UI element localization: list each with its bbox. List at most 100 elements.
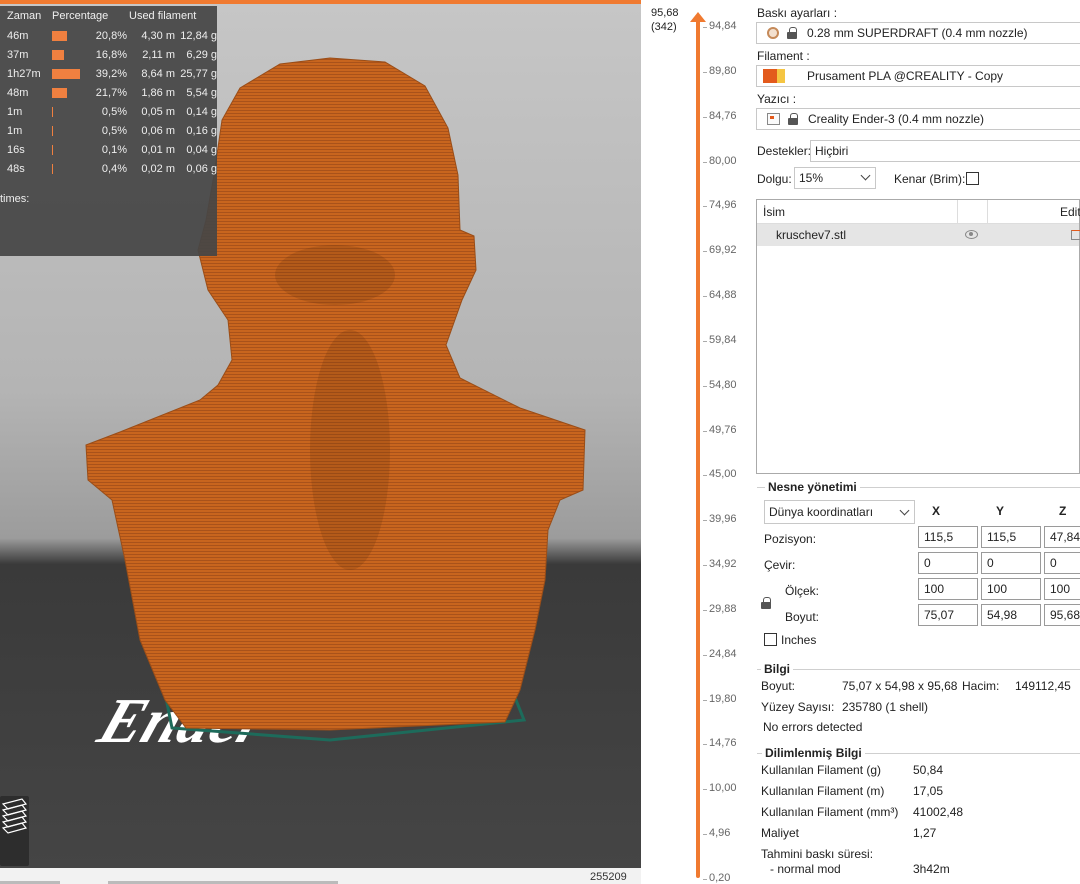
stats-meters: 4,30 m — [141, 29, 175, 42]
filament-value: Prusament PLA @CREALITY - Copy — [807, 69, 1004, 83]
printer-combo[interactable]: Creality Ender-3 (0.4 mm nozzle) — [756, 108, 1080, 130]
scale-z-field[interactable]: 100 — [1044, 578, 1080, 600]
stats-bar-cell — [52, 125, 90, 136]
slider-tick-mark — [703, 385, 707, 387]
filament-color-swatch-2 — [777, 69, 785, 83]
stats-time: 1m — [7, 105, 23, 118]
stats-bar — [52, 68, 80, 79]
column-divider — [957, 200, 958, 224]
object-name: kruschev7.stl — [776, 228, 847, 242]
slider-tick-label: 4,96 — [709, 827, 731, 840]
filament-g-label: Kullanılan Filament (g) — [761, 763, 882, 777]
stats-time: 1m — [7, 124, 23, 137]
stats-header-used-filament: Used filament — [129, 10, 197, 22]
slider-top-height: 95,68 — [651, 7, 679, 19]
supports-combo[interactable]: Hiçbiri — [810, 140, 1080, 162]
rotation-x-field[interactable]: 0 — [918, 552, 978, 574]
slider-tick-mark — [703, 296, 707, 298]
normal-mode-label: - normal mod — [770, 862, 841, 876]
scale-y-field[interactable]: 100 — [981, 578, 1041, 600]
coord-system-combo[interactable]: Dünya koordinatları — [764, 500, 915, 524]
slider-tick-mark — [703, 475, 707, 477]
lock-icon — [787, 27, 797, 39]
cost-label: Maliyet — [761, 826, 800, 840]
column-edit-header[interactable]: Editi — [1060, 205, 1080, 219]
slider-tick-label: 10,00 — [709, 782, 737, 795]
stats-percentage: 0,5% — [101, 105, 127, 118]
3d-viewport[interactable]: Ender Zaman Percentage Used filament 46m… — [0, 0, 641, 868]
rotation-y-field[interactable]: 0 — [981, 552, 1041, 574]
brim-checkbox[interactable] — [966, 172, 979, 185]
object-list-header: İsim Editi — [757, 200, 1080, 224]
stats-header-percentage: Percentage — [52, 10, 109, 22]
stats-bar-cell — [52, 106, 90, 117]
printer-value: Creality Ender-3 (0.4 mm nozzle) — [808, 112, 985, 126]
stats-bar-cell — [52, 144, 90, 155]
horizontal-slider-strip[interactable] — [0, 868, 641, 884]
brim-label: Kenar (Brim): — [894, 172, 966, 186]
stats-bar-cell — [52, 30, 90, 41]
slider-tick-label: 0,20 — [709, 872, 731, 884]
stats-row: 1h27m 39,2% 8,64 m 25,77 g — [0, 64, 217, 83]
stats-time: 1h27m — [7, 67, 41, 80]
size-y-field[interactable]: 54,98 — [981, 604, 1041, 626]
position-z-field[interactable]: 47,84 — [1044, 526, 1080, 548]
stats-percentage: 0,4% — [101, 162, 127, 175]
manipulation-title: Nesne yönetimi — [765, 480, 860, 494]
slider-tick-label: 59,84 — [709, 333, 737, 346]
filament-color-swatch[interactable] — [763, 69, 777, 83]
stats-time: 48m — [7, 86, 29, 99]
print-settings-combo[interactable]: 0.28 mm SUPERDRAFT (0.4 mm nozzle) — [756, 22, 1080, 44]
stats-row: 46m 20,8% 4,30 m 12,84 g — [0, 26, 217, 45]
slider-tick-mark — [703, 27, 707, 28]
stats-bar-cell — [52, 68, 90, 79]
slider-tick-mark — [703, 71, 707, 73]
size-x-field[interactable]: 75,07 — [918, 604, 978, 626]
object-list: İsim Editi kruschev7.stl — [756, 199, 1080, 474]
info-size-value: 75,07 x 54,98 x 95,68 — [842, 679, 958, 693]
position-y-field[interactable]: 115,5 — [981, 526, 1041, 548]
coord-system-value: Dünya koordinatları — [769, 505, 874, 519]
slider-top-thumb[interactable] — [690, 12, 706, 22]
print-settings-label: Baskı ayarları : — [757, 6, 838, 20]
infill-combo[interactable]: 15% — [794, 167, 876, 189]
inches-checkbox[interactable] — [764, 633, 777, 646]
rotation-z-field[interactable]: 0 — [1044, 552, 1080, 574]
layers-view-icon[interactable] — [0, 796, 29, 866]
stats-meters: 0,05 m — [141, 105, 175, 118]
layer-slider[interactable]: 95,68 (342) 94,84 89,80 84,76 80,00 74,96 69,… — [641, 0, 751, 884]
supports-value: Hiçbiri — [815, 144, 849, 158]
slider-track[interactable] — [696, 16, 700, 878]
slider-tick-label: 19,80 — [709, 692, 737, 705]
filament-combo[interactable]: Prusament PLA @CREALITY - Copy — [756, 65, 1080, 87]
slider-tick-mark — [703, 116, 707, 118]
eye-icon[interactable] — [965, 230, 978, 239]
gear-icon — [767, 27, 779, 39]
info-title: Bilgi — [761, 662, 793, 676]
stats-bar — [52, 144, 53, 155]
column-name-header[interactable]: İsim — [763, 205, 785, 219]
scale-label: Ölçek: — [785, 584, 820, 598]
slider-tick-label: 69,92 — [709, 244, 737, 257]
stats-percentage: 16,8% — [95, 48, 127, 61]
scale-x-field[interactable]: 100 — [918, 578, 978, 600]
stats-grams: 25,77 g — [180, 67, 217, 80]
stats-grams: 0,16 g — [186, 124, 217, 137]
slider-tick-label: 54,80 — [709, 378, 737, 391]
slider-tick-mark — [703, 744, 707, 746]
size-z-field[interactable]: 95,68 — [1044, 604, 1080, 626]
info-size-label: Boyut: — [761, 679, 796, 693]
slider-tick-mark — [703, 430, 707, 432]
position-label: Pozisyon: — [764, 532, 817, 546]
position-x-field[interactable]: 115,5 — [918, 526, 978, 548]
scale-lock-icon[interactable] — [761, 597, 771, 609]
info-volume-value: 149112,45 — [1015, 679, 1071, 693]
slider-tick-label: 14,76 — [709, 737, 737, 750]
stats-bar — [52, 49, 64, 60]
slider-tick-label: 84,76 — [709, 109, 737, 122]
slider-tick-label: 74,96 — [709, 199, 737, 212]
edit-icon[interactable] — [1071, 230, 1080, 240]
stats-footer: times: — [0, 193, 30, 205]
printer-label: Yazıcı : — [757, 92, 797, 106]
object-list-row[interactable]: kruschev7.stl — [757, 224, 1080, 246]
